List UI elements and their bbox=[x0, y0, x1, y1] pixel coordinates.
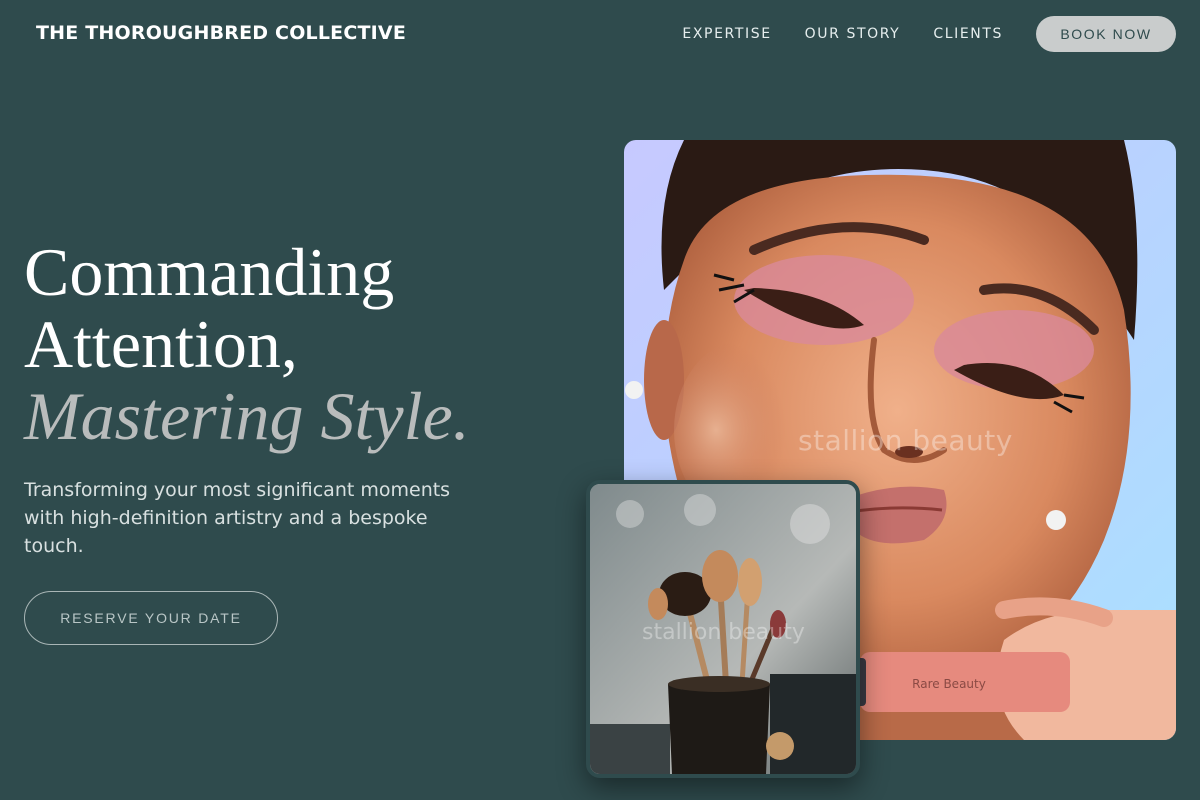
hero-subtitle: Transforming your most significant momen… bbox=[24, 479, 451, 557]
nav-our-story[interactable]: OUR STORY bbox=[805, 26, 901, 42]
nav-clients[interactable]: CLIENTS bbox=[933, 26, 1003, 42]
main-nav: EXPERTISE OUR STORY CLIENTS BOOK NOW bbox=[682, 16, 1176, 52]
headline-line-1: Commanding bbox=[24, 234, 395, 310]
reserve-date-button[interactable]: RESERVE YOUR DATE bbox=[24, 591, 278, 645]
headline-line-2: Attention, bbox=[24, 306, 298, 382]
product-label: Rare Beauty bbox=[912, 677, 986, 691]
book-now-button[interactable]: BOOK NOW bbox=[1036, 16, 1176, 52]
brushes-watermark: stallion beauty bbox=[642, 620, 805, 645]
portrait-watermark: stallion beauty bbox=[798, 424, 1013, 457]
hero-headline: Commanding Attention, Mastering Style. bbox=[24, 236, 470, 452]
makeup-brushes-image: stallion beauty bbox=[586, 480, 860, 778]
brand-logo[interactable]: THE THOROUGHBRED COLLECTIVE bbox=[36, 22, 406, 44]
nav-expertise[interactable]: EXPERTISE bbox=[682, 26, 771, 42]
headline-accent: Mastering Style. bbox=[24, 378, 470, 454]
